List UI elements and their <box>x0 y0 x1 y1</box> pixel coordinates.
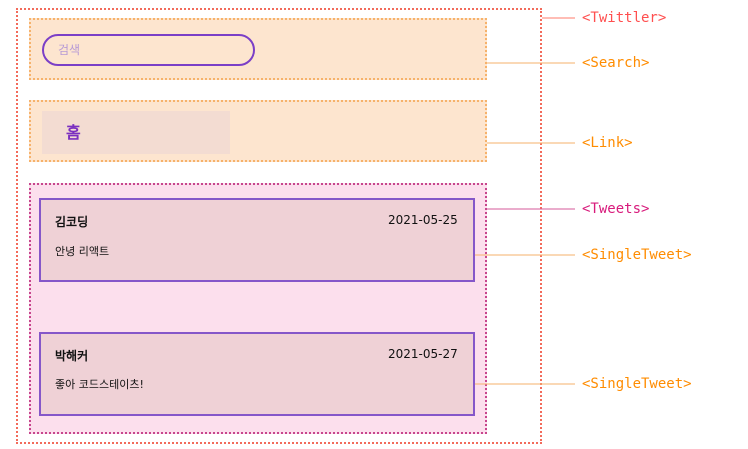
label-single-tweet: <SingleTweet> <box>582 376 692 392</box>
label-search: <Search> <box>582 55 650 71</box>
label-tweets: <Tweets> <box>582 201 650 217</box>
label-single-tweet: <SingleTweet> <box>582 247 692 263</box>
label-link: <Link> <box>582 135 633 151</box>
label-twittler: <Twittler> <box>582 10 667 26</box>
